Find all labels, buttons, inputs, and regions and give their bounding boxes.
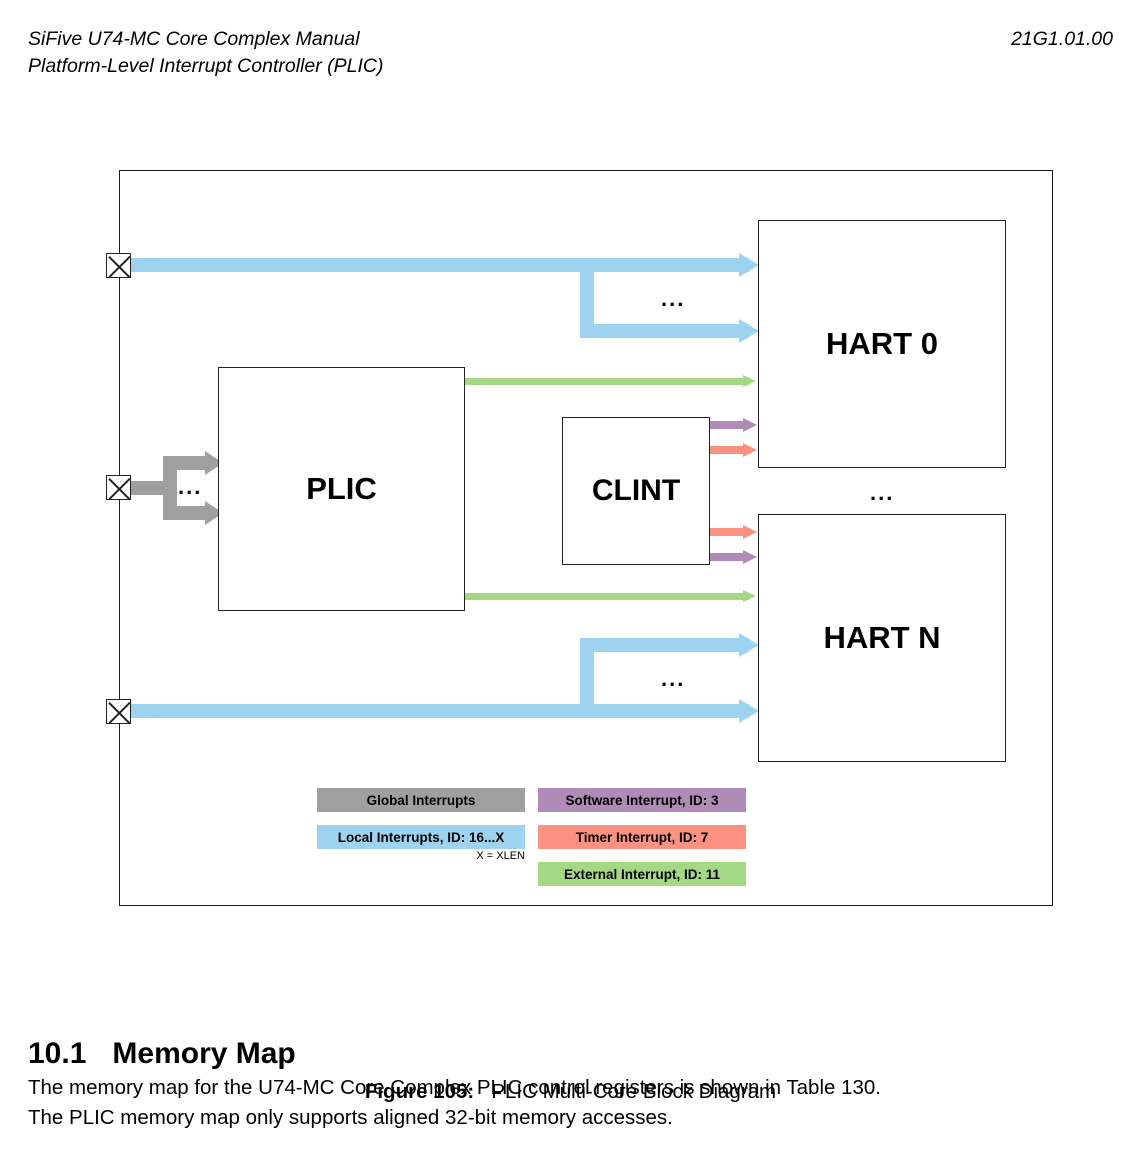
section-number: 10.1 — [28, 1036, 87, 1070]
legend-item-timer-interrupt: Timer Interrupt, ID: 7 — [538, 825, 746, 849]
body-line-2: The PLIC memory map only supports aligne… — [28, 1106, 673, 1129]
section-title: Memory Map — [112, 1036, 296, 1070]
manual-title: SiFive U74-MC Core Complex Manual — [28, 28, 360, 50]
body-line-1: The memory map for the U74-MC Core Compl… — [28, 1076, 881, 1099]
figure-legend: Global Interrupts Local Interrupts, ID: … — [0, 150, 1141, 950]
section-body-text: The memory map for the U74-MC Core Compl… — [28, 1073, 1118, 1133]
legend-note-xlen: X = XLEN — [476, 850, 525, 862]
document-version: 21G1.01.00 — [1011, 28, 1113, 50]
legend-item-local-interrupts: Local Interrupts, ID: 16...X — [317, 825, 525, 849]
port-marker-local-interrupts-top — [106, 253, 131, 278]
running-head-title: SiFive U74-MC Core Complex Manual Platfo… — [28, 26, 383, 80]
legend-item-software-interrupt: Software Interrupt, ID: 3 — [538, 788, 746, 812]
section-heading: 10.1 Memory Map — [28, 1037, 296, 1071]
chapter-title: Platform-Level Interrupt Controller (PLI… — [28, 55, 384, 77]
port-marker-global-interrupts — [106, 475, 131, 500]
legend-item-global-interrupts: Global Interrupts — [317, 788, 525, 812]
figure-plic-multicore-block-diagram: ... ... ... PLIC CLINT HART 0 HART N ...… — [0, 150, 1141, 1103]
page-header: SiFive U74-MC Core Complex Manual Platfo… — [28, 26, 1113, 86]
port-marker-local-interrupts-bottom — [106, 699, 131, 724]
legend-item-external-interrupt: External Interrupt, ID: 11 — [538, 862, 746, 886]
